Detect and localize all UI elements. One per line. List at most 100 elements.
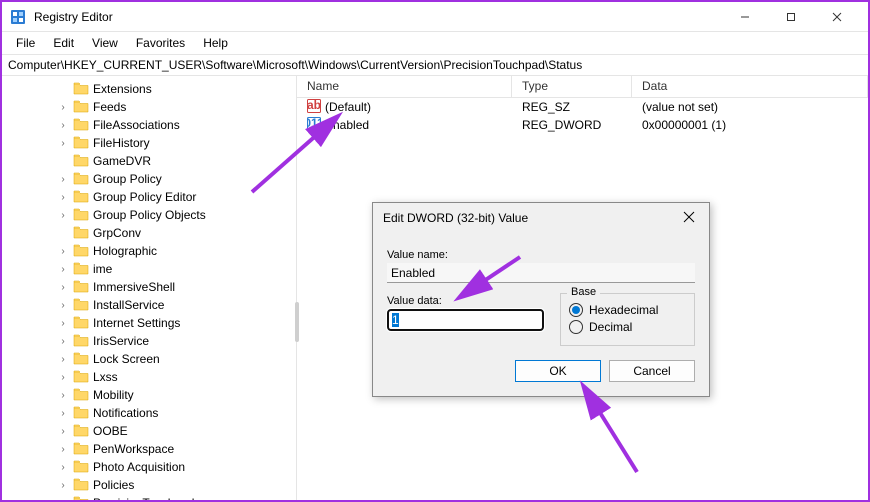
splitter-handle[interactable]	[295, 302, 299, 342]
tree-item[interactable]: › FileAssociations	[57, 116, 296, 134]
folder-icon	[73, 279, 89, 296]
tree-item-label: ime	[93, 262, 112, 276]
base-label: Base	[567, 286, 600, 298]
folder-icon	[73, 207, 89, 224]
value-type: REG_SZ	[512, 100, 632, 114]
tree-item[interactable]: ⌄PrecisionTouchpad	[57, 494, 296, 500]
tree-item[interactable]: ›OOBE	[57, 422, 296, 440]
tree-item[interactable]: › Mobility	[57, 386, 296, 404]
tree-item[interactable]: › ime	[57, 260, 296, 278]
tree-item-label: Photo Acquisition	[93, 460, 185, 474]
tree-item[interactable]: ›InstallService	[57, 296, 296, 314]
chevron-icon[interactable]: ›	[57, 174, 69, 185]
tree-item[interactable]: ›Holographic	[57, 242, 296, 260]
tree-item[interactable]: › Policies	[57, 476, 296, 494]
tree-pane[interactable]: Extensions›Feeds›FileAssociations›FileHi…	[2, 76, 297, 500]
valuename-input[interactable]	[387, 263, 695, 283]
chevron-icon[interactable]: ›	[57, 318, 69, 329]
folder-icon	[73, 477, 89, 494]
tree-item-label: FileAssociations	[93, 118, 180, 132]
tree-item[interactable]: › Group Policy	[57, 170, 296, 188]
maximize-button[interactable]	[768, 3, 814, 31]
chevron-icon[interactable]: ›	[57, 246, 69, 257]
tree-item[interactable]: › Notifications	[57, 404, 296, 422]
folder-icon	[73, 189, 89, 206]
dialog-close-icon[interactable]	[679, 211, 699, 226]
chevron-icon[interactable]: ›	[57, 336, 69, 347]
menu-view[interactable]: View	[84, 34, 126, 52]
folder-icon	[73, 153, 89, 170]
list-row[interactable]: 011EnabledREG_DWORD0x00000001 (1)	[297, 116, 868, 134]
tree-item[interactable]: ›Group Policy Objects	[57, 206, 296, 224]
tree-item[interactable]: › Group Policy Editor	[57, 188, 296, 206]
chevron-icon[interactable]: ⌄	[57, 498, 69, 501]
chevron-icon[interactable]: ›	[57, 102, 69, 113]
tree-item-label: Mobility	[93, 388, 134, 402]
menu-file[interactable]: File	[8, 34, 43, 52]
close-button[interactable]	[814, 3, 860, 31]
svg-text:ab: ab	[307, 99, 321, 112]
tree-item[interactable]: ›PenWorkspace	[57, 440, 296, 458]
chevron-icon[interactable]: ›	[57, 264, 69, 275]
tree-item[interactable]: ›Internet Settings	[57, 314, 296, 332]
tree-item[interactable]: › IrisService	[57, 332, 296, 350]
minimize-button[interactable]	[722, 3, 768, 31]
address-bar[interactable]: Computer\HKEY_CURRENT_USER\Software\Micr…	[2, 54, 868, 76]
tree-item-label: GrpConv	[93, 226, 141, 240]
tree-item-label: Group Policy Editor	[93, 190, 196, 204]
menu-favorites[interactable]: Favorites	[128, 34, 193, 52]
col-name[interactable]: Name	[297, 76, 512, 97]
folder-icon	[73, 171, 89, 188]
chevron-icon[interactable]: ›	[57, 408, 69, 419]
chevron-icon[interactable]: ›	[57, 138, 69, 149]
tree-item-label: Policies	[93, 478, 134, 492]
col-type[interactable]: Type	[512, 76, 632, 97]
tree-item[interactable]: › Lock Screen	[57, 350, 296, 368]
tree-item[interactable]: ›Lxss	[57, 368, 296, 386]
radio-dec-label: Decimal	[589, 320, 632, 334]
folder-icon	[73, 99, 89, 116]
tree-item[interactable]: Extensions	[57, 80, 296, 98]
dialog-titlebar[interactable]: Edit DWORD (32-bit) Value	[373, 203, 709, 233]
radio-dot-icon	[569, 320, 583, 334]
chevron-icon[interactable]: ›	[57, 426, 69, 437]
tree-item-label: Lock Screen	[93, 352, 160, 366]
list-row[interactable]: ab(Default)REG_SZ(value not set)	[297, 98, 868, 116]
menubar: File Edit View Favorites Help	[2, 32, 868, 54]
chevron-icon[interactable]: ›	[57, 210, 69, 221]
chevron-icon[interactable]: ›	[57, 300, 69, 311]
chevron-icon[interactable]: ›	[57, 372, 69, 383]
chevron-icon[interactable]: ›	[57, 480, 69, 491]
tree-item[interactable]: ›Feeds	[57, 98, 296, 116]
radio-hexadecimal[interactable]: Hexadecimal	[569, 303, 686, 317]
cancel-button[interactable]: Cancel	[609, 360, 695, 382]
tree-item-label: Notifications	[93, 406, 158, 420]
ok-button[interactable]: OK	[515, 360, 601, 382]
tree-item[interactable]: GameDVR	[57, 152, 296, 170]
col-data[interactable]: Data	[632, 76, 868, 97]
tree-item[interactable]: ›FileHistory	[57, 134, 296, 152]
address-text: Computer\HKEY_CURRENT_USER\Software\Micr…	[8, 58, 582, 72]
chevron-icon[interactable]: ›	[57, 462, 69, 473]
tree-item-label: IrisService	[93, 334, 149, 348]
menu-edit[interactable]: Edit	[45, 34, 82, 52]
radio-dot-icon	[569, 303, 583, 317]
radio-decimal[interactable]: Decimal	[569, 320, 686, 334]
tree-item-label: Group Policy	[93, 172, 162, 186]
chevron-icon[interactable]: ›	[57, 444, 69, 455]
chevron-icon[interactable]: ›	[57, 282, 69, 293]
folder-icon	[73, 81, 89, 98]
valuedata-input[interactable]	[387, 309, 544, 331]
tree-item[interactable]: ›ImmersiveShell	[57, 278, 296, 296]
chevron-icon[interactable]: ›	[57, 390, 69, 401]
menu-help[interactable]: Help	[195, 34, 236, 52]
chevron-icon[interactable]: ›	[57, 354, 69, 365]
folder-icon	[73, 243, 89, 260]
tree-item-label: GameDVR	[93, 154, 151, 168]
base-group: Base Hexadecimal Decimal	[560, 293, 695, 346]
chevron-icon[interactable]: ›	[57, 192, 69, 203]
tree-item[interactable]: › Photo Acquisition	[57, 458, 296, 476]
radio-hex-label: Hexadecimal	[589, 303, 658, 317]
tree-item[interactable]: GrpConv	[57, 224, 296, 242]
chevron-icon[interactable]: ›	[57, 120, 69, 131]
